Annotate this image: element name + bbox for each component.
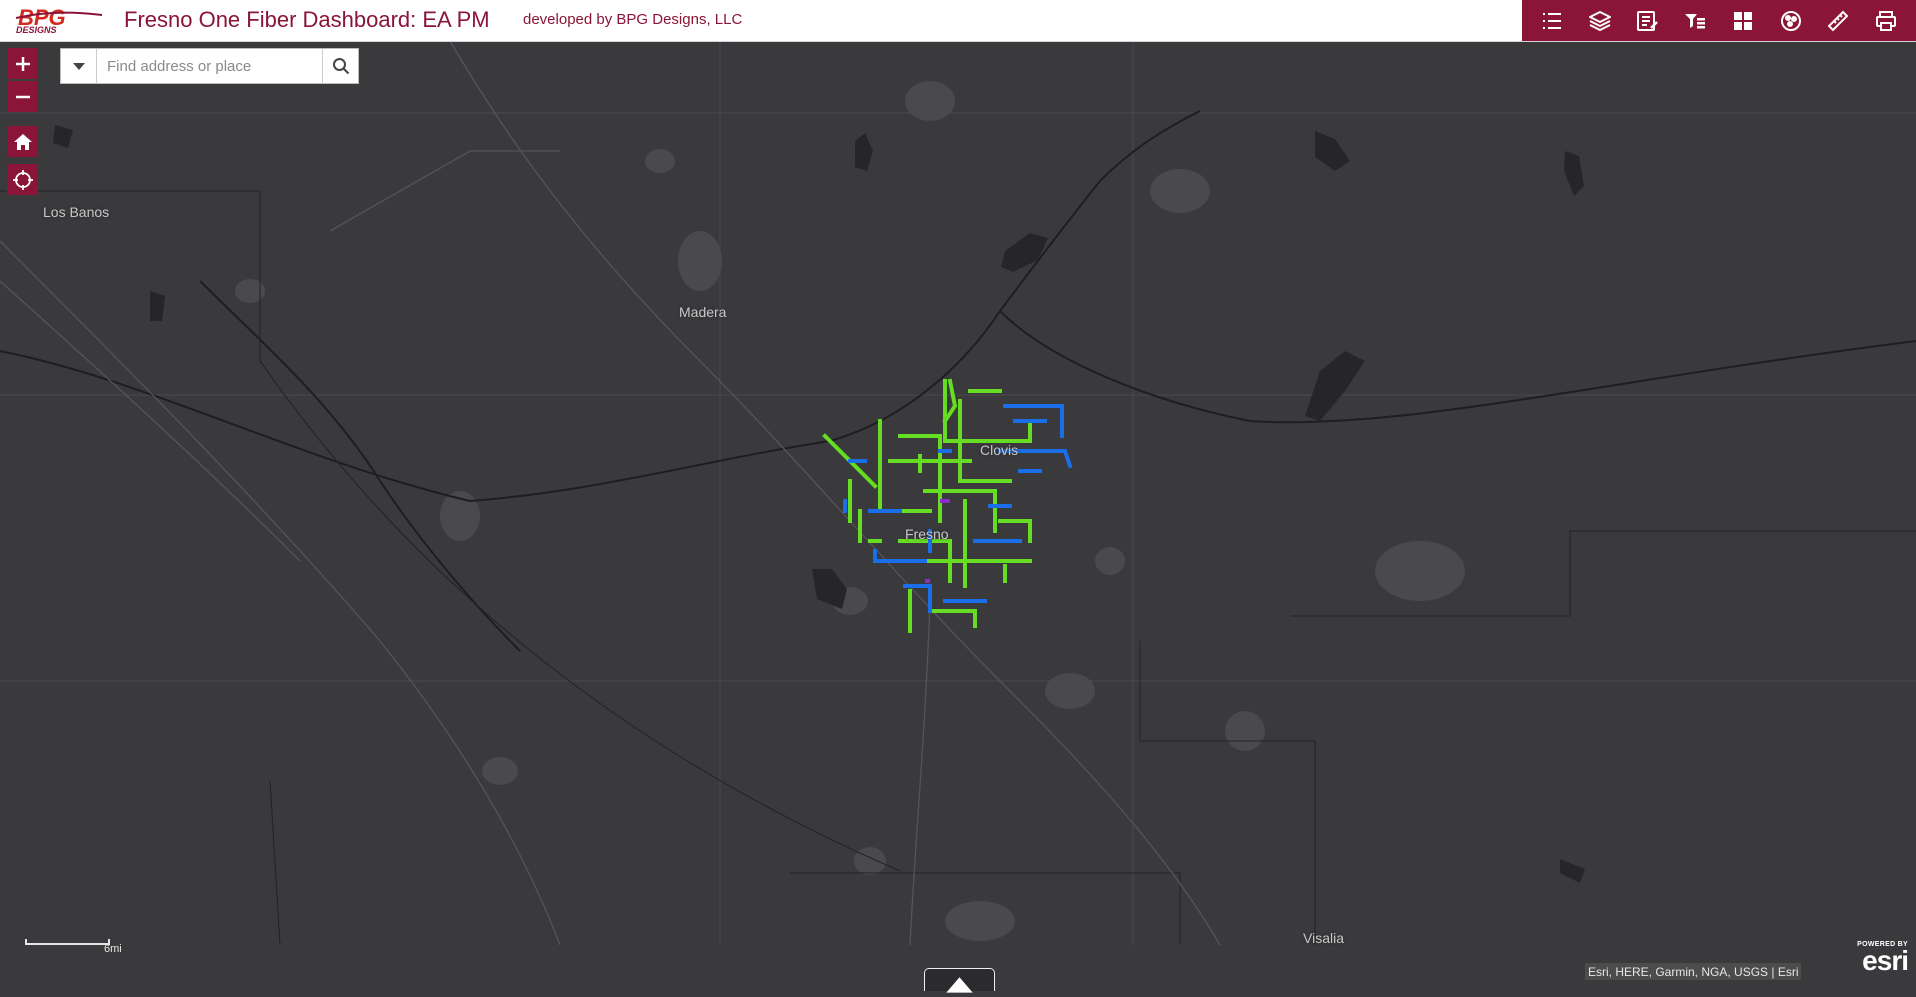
map-label-clovis: Clovis [980, 442, 1019, 458]
bpg-designs-logo: BPG DESIGNS [15, 5, 103, 35]
search-button[interactable] [322, 49, 358, 83]
locate-button[interactable] [7, 164, 38, 195]
analysis-icon [1780, 10, 1801, 31]
search-input[interactable] [97, 49, 322, 83]
layers-button[interactable] [1583, 4, 1617, 38]
page-subtitle: developed by BPG Designs, LLC [523, 11, 743, 28]
legend-icon [1542, 12, 1561, 29]
search-source-dropdown[interactable] [61, 49, 97, 83]
map-label-visalia: Visalia [1303, 930, 1344, 946]
basemap [0, 41, 1916, 945]
print-button[interactable] [1869, 4, 1903, 38]
map-label-madera: Madera [679, 304, 727, 320]
map-view[interactable]: Los Banos Madera Clovis Fresno Visalia 6… [0, 41, 1916, 993]
scale-bar [25, 939, 110, 945]
plus-icon [15, 56, 30, 71]
esri-logo[interactable]: POWERED BY esri [1846, 941, 1909, 983]
print-icon [1876, 10, 1897, 31]
locate-icon [12, 169, 33, 190]
filter-icon [1685, 13, 1706, 28]
caret-up-icon [946, 977, 973, 993]
app-header: BPG DESIGNS Fresno One Fiber Dashboard: … [0, 0, 1916, 42]
svg-text:DESIGNS: DESIGNS [16, 25, 57, 35]
home-icon [13, 133, 32, 150]
search-icon [332, 58, 349, 75]
map-label-fresno: Fresno [905, 526, 949, 542]
layers-icon [1588, 10, 1611, 31]
filter-button[interactable] [1678, 4, 1712, 38]
legend-button[interactable] [1535, 4, 1569, 38]
measure-button[interactable] [1821, 4, 1855, 38]
minus-icon [15, 95, 30, 98]
search-widget [60, 48, 359, 84]
map-label-los-banos: Los Banos [43, 204, 110, 220]
zoom-in-button[interactable] [7, 48, 38, 79]
caret-down-icon [72, 63, 85, 70]
bottom-panel-toggle[interactable] [924, 968, 995, 993]
home-button[interactable] [7, 126, 38, 157]
zoom-out-button[interactable] [7, 81, 38, 112]
layer-list-icon [1637, 10, 1659, 31]
page-title: Fresno One Fiber Dashboard: EA PM [124, 7, 490, 32]
basemap-gallery-icon [1733, 11, 1752, 30]
toolbar [1522, 0, 1916, 41]
measure-icon [1827, 10, 1849, 31]
basemap-gallery-button[interactable] [1726, 4, 1760, 38]
analysis-button[interactable] [1774, 4, 1808, 38]
map-attribution[interactable]: Esri, HERE, Garmin, NGA, USGS | Esri [1585, 963, 1802, 980]
layer-list-button[interactable] [1630, 4, 1664, 38]
